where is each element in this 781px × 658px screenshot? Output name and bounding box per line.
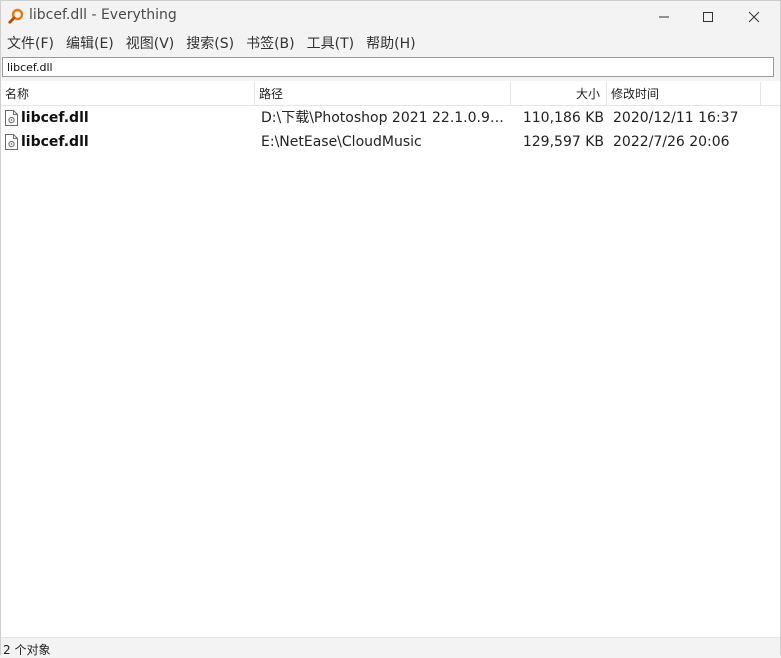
file-size: 110,186 KB — [522, 110, 604, 126]
menu-search[interactable]: 搜索(S) — [184, 33, 241, 53]
file-path: D:\下载\Photoshop 2021 22.1.0.94\R... — [261, 110, 511, 126]
close-button[interactable] — [731, 1, 777, 32]
menu-help[interactable]: 帮助(H) — [364, 33, 422, 53]
column-header-size[interactable]: 大小 — [511, 82, 607, 106]
close-icon — [748, 11, 760, 22]
menu-edit[interactable]: 编辑(E) — [64, 33, 121, 53]
title-bar[interactable]: libcef.dll - Everything — [1, 1, 780, 32]
column-header-modified[interactable]: 修改时间 — [607, 82, 761, 106]
menu-file[interactable]: 文件(F) — [5, 33, 61, 53]
dll-file-icon — [5, 134, 18, 150]
status-text: 2 个对象 — [3, 643, 51, 657]
file-size: 129,597 KB — [522, 134, 604, 150]
column-header-name[interactable]: 名称 — [1, 82, 255, 106]
menu-bookmarks[interactable]: 书签(B) — [244, 33, 302, 53]
menu-bar: 文件(F) 编辑(E) 视图(V) 搜索(S) 书签(B) 工具(T) 帮助(H… — [1, 32, 780, 54]
result-row[interactable]: libcef.dll D:\下载\Photoshop 2021 22.1.0.9… — [1, 106, 780, 130]
search-area — [1, 54, 780, 81]
result-row[interactable]: libcef.dll E:\NetEase\CloudMusic 129,597… — [1, 130, 780, 154]
everything-window: libcef.dll - Everything 文件(F) 编辑(E) 视图(V… — [0, 0, 781, 657]
file-modified: 2022/7/26 20:06 — [613, 134, 730, 150]
file-name: libcef.dll — [21, 110, 89, 126]
menu-view[interactable]: 视图(V) — [124, 33, 182, 53]
results-header: 名称 路径 大小 修改时间 — [1, 82, 780, 106]
file-name: libcef.dll — [21, 134, 89, 150]
maximize-icon — [703, 11, 713, 22]
window-title: libcef.dll - Everything — [29, 7, 177, 23]
minimize-button[interactable] — [641, 1, 687, 32]
file-modified: 2020/12/11 16:37 — [613, 110, 739, 126]
menu-tools[interactable]: 工具(T) — [305, 33, 361, 53]
file-path: E:\NetEase\CloudMusic — [261, 134, 422, 150]
maximize-button[interactable] — [685, 1, 731, 32]
status-bar: 2 个对象 — [1, 637, 780, 657]
column-header-path[interactable]: 路径 — [255, 82, 511, 106]
everything-magnifier-icon — [8, 8, 24, 24]
search-input[interactable] — [2, 57, 774, 77]
dll-file-icon — [5, 110, 18, 126]
results-list[interactable]: libcef.dll D:\下载\Photoshop 2021 22.1.0.9… — [1, 106, 780, 636]
minimize-icon — [659, 16, 669, 17]
